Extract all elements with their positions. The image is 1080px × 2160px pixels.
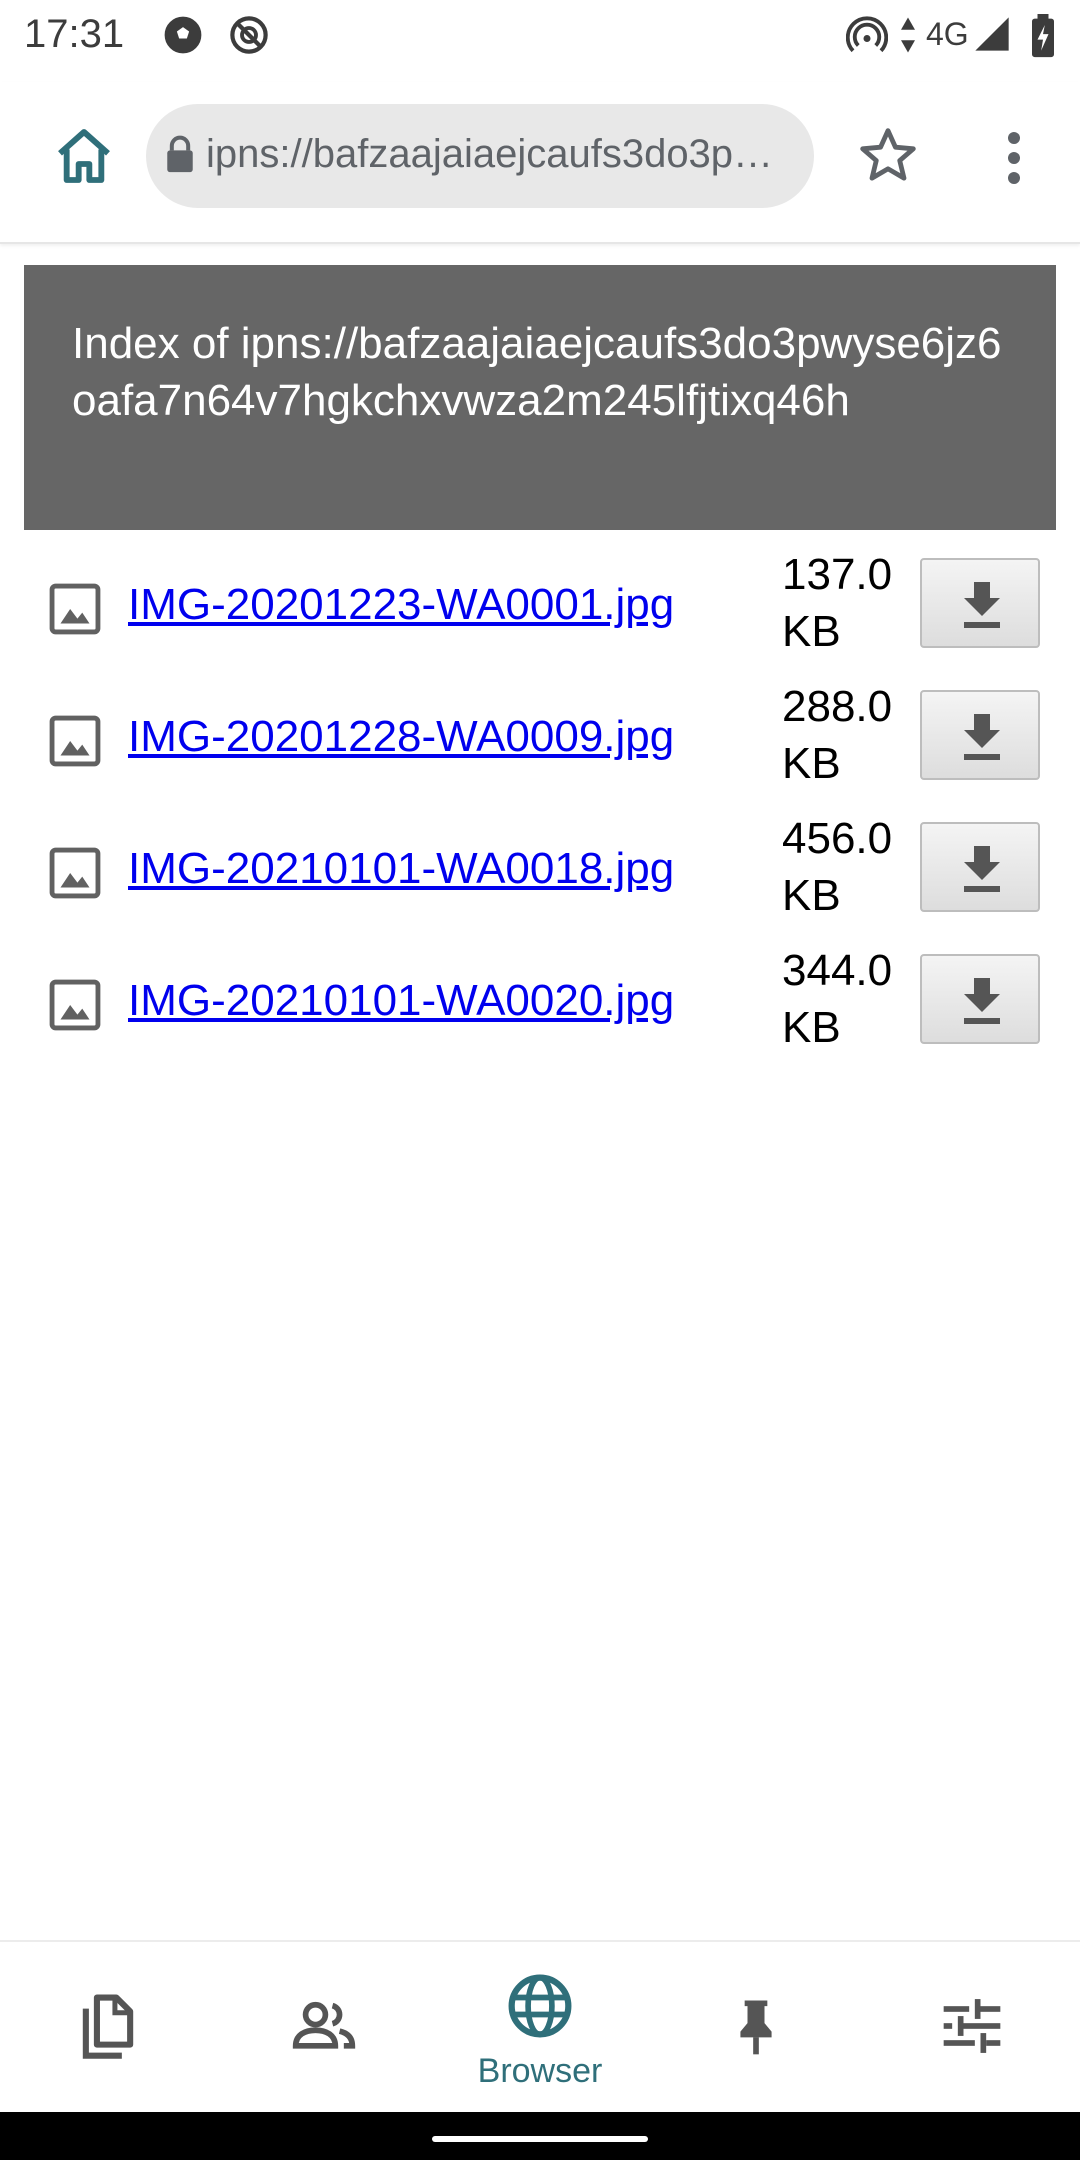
file-size: 288.0 KB	[782, 682, 893, 788]
image-file-icon	[46, 580, 104, 638]
file-link[interactable]: IMG-20210101-WA0018.jpg	[128, 844, 674, 894]
file-size: 344.0 KB	[782, 946, 893, 1052]
file-link[interactable]: IMG-20201223-WA0001.jpg	[128, 580, 674, 630]
page-title: Index of ipns://bafzaajaiaejcaufs3do3pwy…	[72, 319, 1002, 425]
file-link[interactable]: IMG-20210101-WA0020.jpg	[128, 976, 674, 1026]
people-icon	[292, 2001, 356, 2049]
data-arrows-icon	[898, 14, 918, 61]
globe-icon	[508, 1974, 572, 2038]
file-size: 456.0 KB	[782, 814, 893, 920]
home-icon[interactable]	[52, 124, 116, 188]
nav-people[interactable]	[216, 1942, 432, 2114]
nav-files[interactable]	[0, 1942, 216, 2114]
file-row: IMG-20210101-WA0020.jpg 344.0 KB	[0, 936, 1080, 1068]
signal-icon	[972, 14, 1012, 59]
file-row: IMG-20201223-WA0001.jpg 137.0 KB	[0, 540, 1080, 672]
battery-charging-icon	[1030, 14, 1056, 63]
hotspot-icon	[845, 14, 889, 61]
file-size: 137.0 KB	[782, 550, 893, 656]
download-icon	[964, 978, 1000, 1024]
bookmark-star-icon[interactable]	[856, 124, 920, 188]
status-bar: 17:31 4G	[0, 0, 1080, 72]
index-header: Index of ipns://bafzaajaiaejcaufs3do3pwy…	[24, 265, 1056, 530]
file-row: IMG-20210101-WA0018.jpg 456.0 KB	[0, 804, 1080, 936]
nav-browser[interactable]: Browser	[432, 1942, 648, 2114]
soccer-ball-icon	[162, 14, 204, 61]
url-bar[interactable]: ipns://bafzaajaiaejcaufs3do3p…	[146, 104, 814, 208]
pin-icon	[740, 2000, 772, 2055]
image-file-icon	[46, 976, 104, 1034]
download-button[interactable]	[920, 558, 1040, 648]
do-not-disturb-icon	[228, 14, 270, 61]
download-icon	[964, 714, 1000, 760]
image-file-icon	[46, 712, 104, 770]
download-button[interactable]	[920, 954, 1040, 1044]
files-icon	[82, 1994, 134, 2059]
download-button[interactable]	[920, 690, 1040, 780]
file-row: IMG-20201228-WA0009.jpg 288.0 KB	[0, 672, 1080, 804]
url-text[interactable]: ipns://bafzaajaiaejcaufs3do3p…	[206, 132, 796, 177]
lock-icon	[162, 134, 202, 178]
home-gesture-handle[interactable]	[432, 2136, 648, 2142]
nav-browser-label: Browser	[477, 2052, 603, 2090]
status-time: 17:31	[24, 12, 125, 56]
download-icon	[964, 582, 1000, 628]
image-file-icon	[46, 844, 104, 902]
bottom-navigation: Browser	[0, 1940, 1080, 2114]
system-gesture-bar	[0, 2112, 1080, 2160]
more-vert-icon[interactable]	[994, 128, 1034, 188]
network-type: 4G	[926, 16, 969, 52]
download-icon	[964, 846, 1000, 892]
browser-toolbar: ipns://bafzaajaiaejcaufs3do3p…	[0, 82, 1080, 244]
nav-pin[interactable]	[648, 1942, 864, 2114]
file-link[interactable]: IMG-20201228-WA0009.jpg	[128, 712, 674, 762]
settings-sliders-icon	[943, 1999, 1001, 2053]
nav-settings[interactable]	[864, 1942, 1080, 2114]
download-button[interactable]	[920, 822, 1040, 912]
